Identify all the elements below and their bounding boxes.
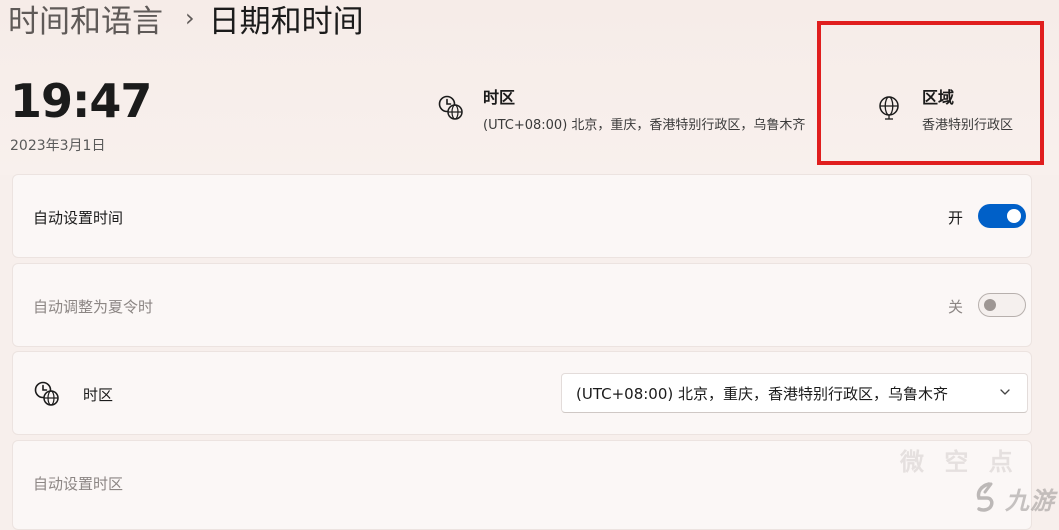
breadcrumb: 时间和语言 › 日期和时间 xyxy=(8,0,364,44)
auto-dst-label: 自动调整为夏令时 xyxy=(33,298,154,316)
watermark-text: 九游 xyxy=(1005,486,1055,515)
page-title: 日期和时间 xyxy=(208,3,364,40)
header-timezone-title: 时区 xyxy=(483,88,516,107)
timezone-label: 时区 xyxy=(83,386,114,404)
auto-timezone-label: 自动设置时区 xyxy=(33,475,124,493)
breadcrumb-separator: › xyxy=(185,4,195,32)
auto-time-toggle[interactable] xyxy=(978,204,1026,228)
watermark-logo-icon xyxy=(976,482,994,512)
current-date: 2023年3月1日 xyxy=(10,138,106,154)
clock-globe-icon xyxy=(34,381,59,406)
timezone-dropdown[interactable]: (UTC+08:00) 北京，重庆，香港特别行政区，乌鲁木齐 xyxy=(561,373,1028,413)
timezone-dropdown-value: (UTC+08:00) 北京，重庆，香港特别行政区，乌鲁木齐 xyxy=(576,384,949,403)
region-highlight-box xyxy=(817,21,1044,165)
clock-globe-icon xyxy=(438,95,463,120)
header-timezone-value: (UTC+08:00) 北京，重庆，香港特别行政区，乌鲁木齐 xyxy=(483,118,806,133)
auto-dst-state: 关 xyxy=(947,298,963,316)
auto-time-label: 自动设置时间 xyxy=(33,209,124,227)
faded-watermark-text: 微 空 点 xyxy=(900,448,1019,476)
auto-time-state: 开 xyxy=(947,209,963,227)
auto-timezone-setting: 自动设置时区 xyxy=(12,440,1032,530)
auto-time-setting: 自动设置时间 开 xyxy=(12,174,1032,258)
header-timezone-info: 时区 (UTC+08:00) 北京，重庆，香港特别行政区，乌鲁木齐 xyxy=(437,88,805,133)
auto-dst-toggle[interactable] xyxy=(978,293,1026,317)
auto-dst-setting: 自动调整为夏令时 关 xyxy=(12,263,1032,347)
timezone-setting: 时区 (UTC+08:00) 北京，重庆，香港特别行政区，乌鲁木齐 xyxy=(12,351,1032,435)
current-time: 19:47 xyxy=(10,74,152,128)
toggle-knob xyxy=(984,299,996,311)
toggle-knob xyxy=(1007,209,1021,223)
chevron-down-icon xyxy=(1000,389,1010,395)
breadcrumb-parent[interactable]: 时间和语言 xyxy=(8,0,163,41)
watermark: 九游 xyxy=(967,480,1055,516)
